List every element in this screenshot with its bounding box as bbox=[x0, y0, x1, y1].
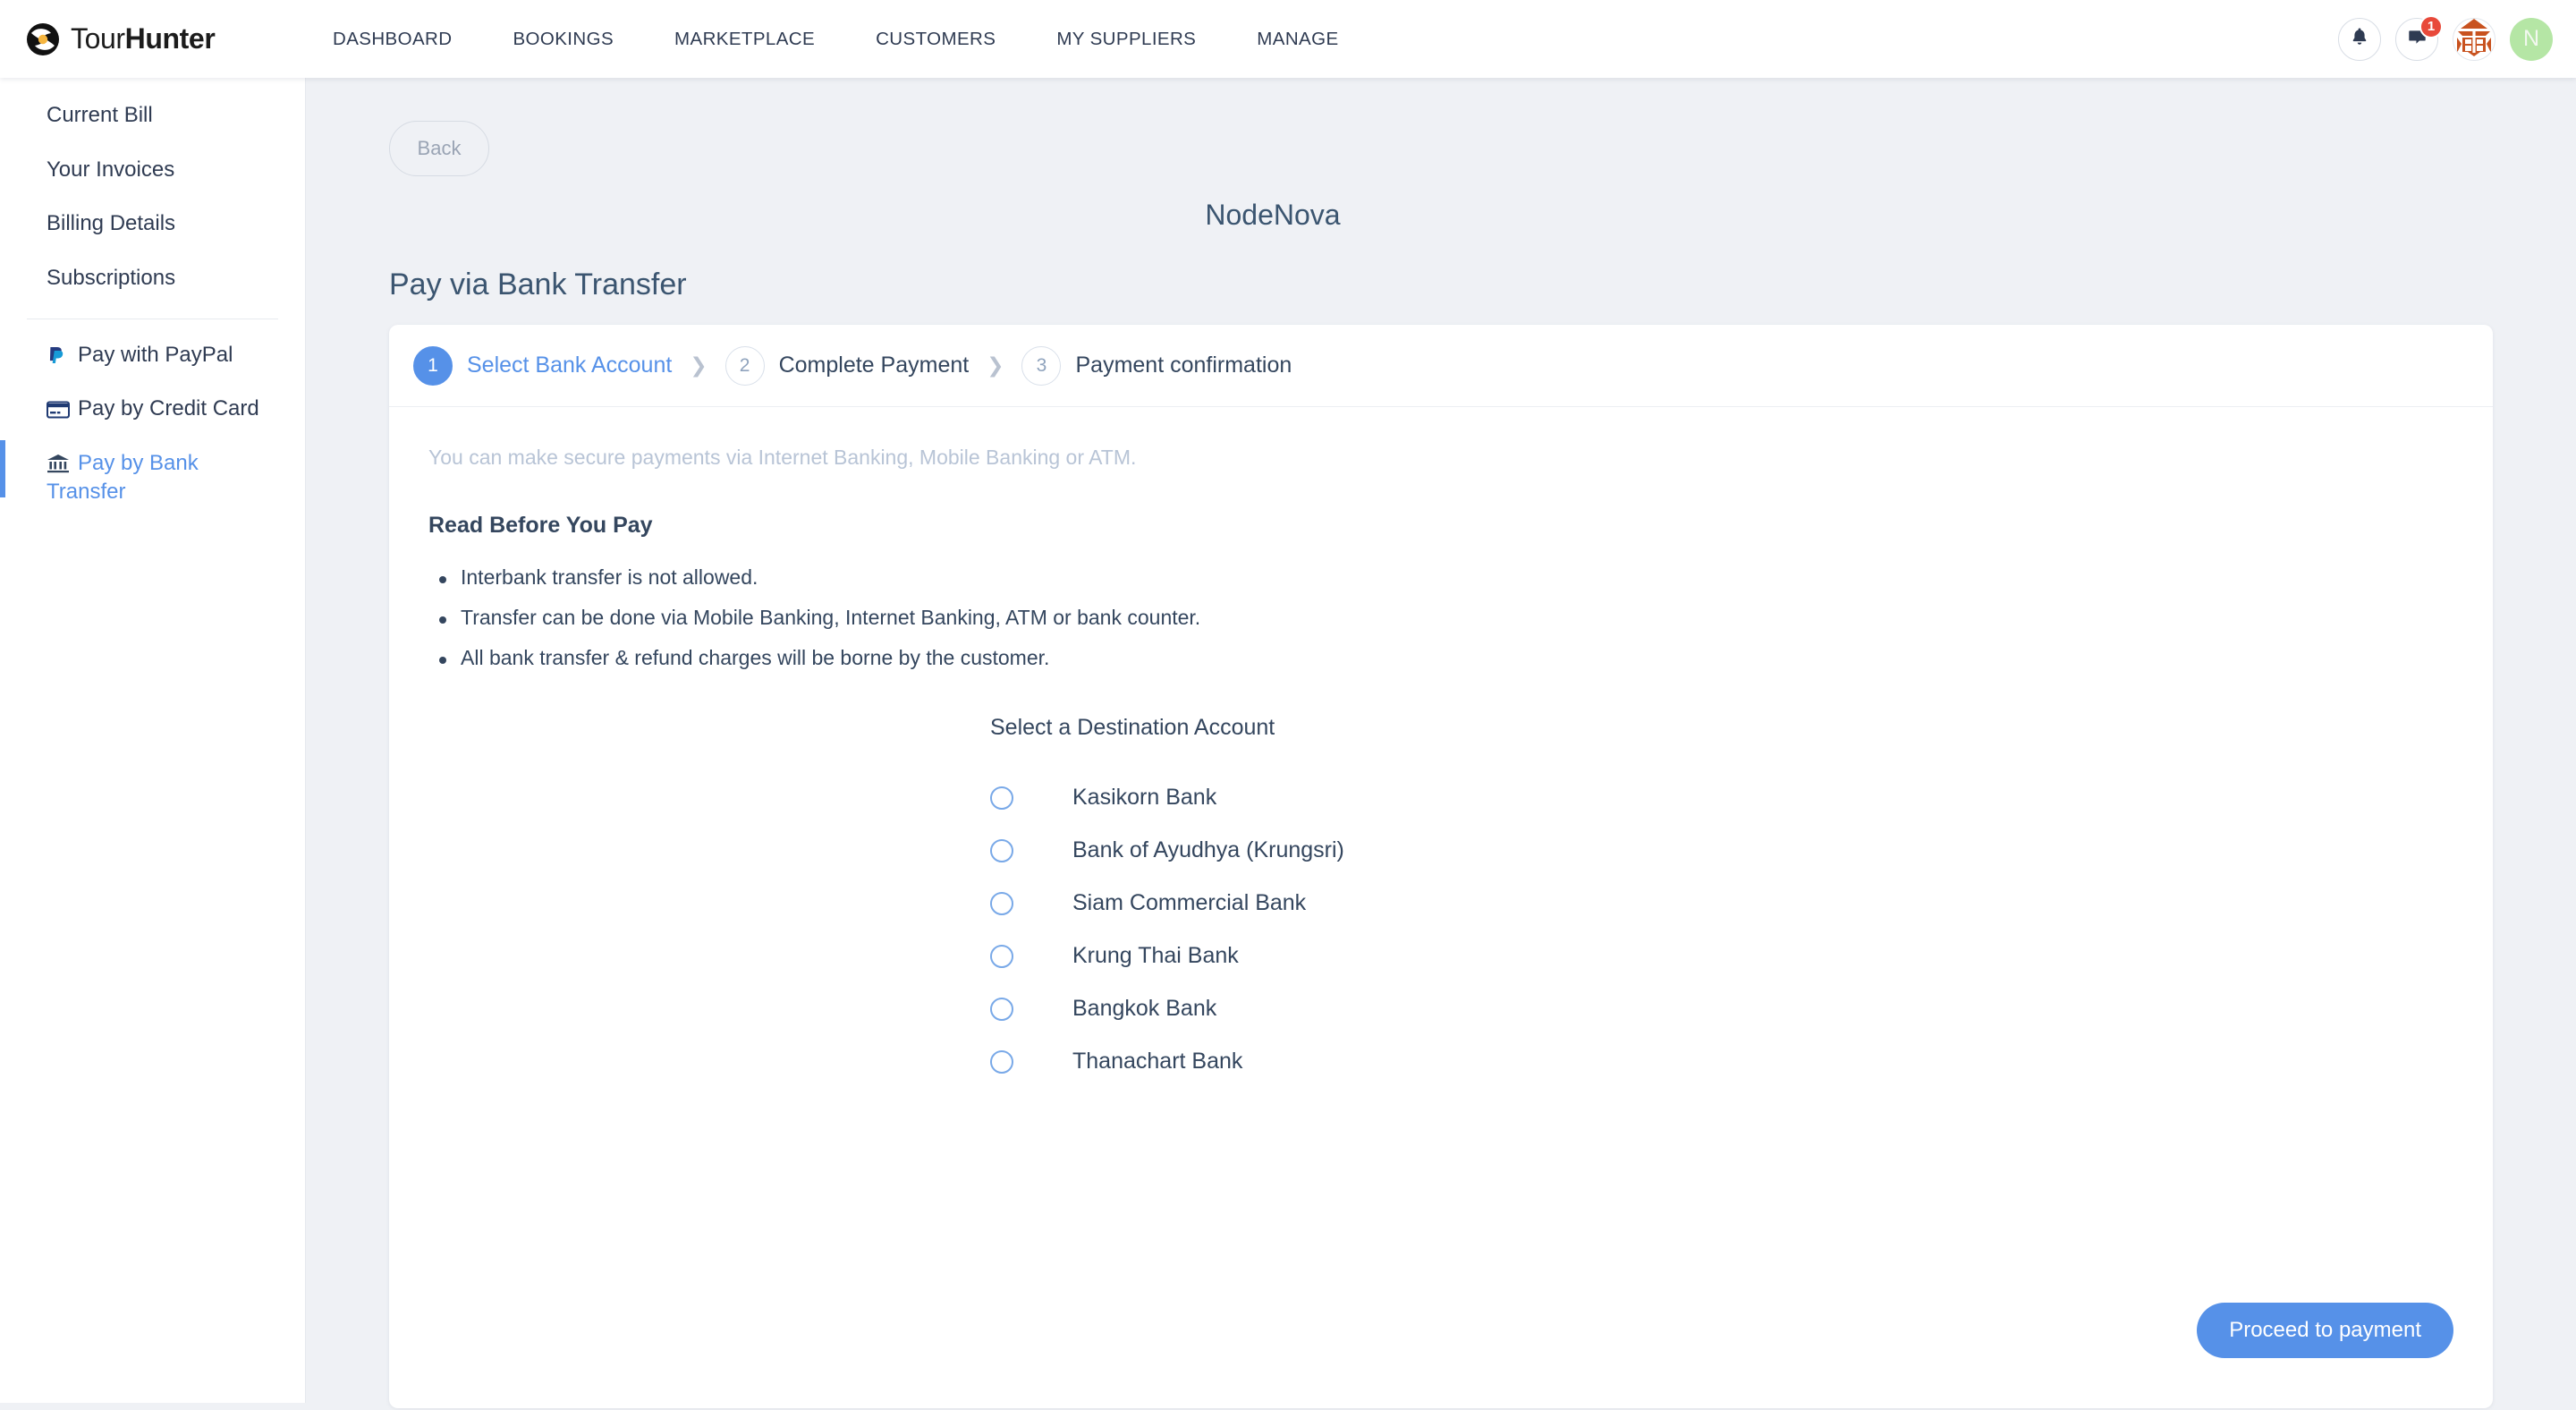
radio-button[interactable] bbox=[990, 997, 1013, 1021]
notifications-button[interactable] bbox=[2338, 17, 2381, 61]
destination-account-block: Select a Destination Account Kasikorn Ba… bbox=[428, 715, 2453, 1088]
nav-item-customers[interactable]: CUSTOMERS bbox=[845, 20, 1026, 59]
sidebar-item-pay-with-paypal[interactable]: Pay with PayPal bbox=[0, 328, 305, 383]
nav-item-my-suppliers[interactable]: MY SUPPLIERS bbox=[1026, 20, 1226, 59]
radio-button[interactable] bbox=[990, 786, 1013, 810]
list-item: Transfer can be done via Mobile Banking,… bbox=[439, 606, 2453, 630]
nav-item-dashboard[interactable]: DASHBOARD bbox=[302, 20, 482, 59]
step-label: Select Bank Account bbox=[467, 352, 673, 378]
top-header: TourHunter DASHBOARD BOOKINGS MARKETPLAC… bbox=[0, 0, 2576, 78]
nav-item-bookings[interactable]: BOOKINGS bbox=[482, 20, 644, 59]
billing-sidebar: Current Bill Your Invoices Billing Detai… bbox=[0, 78, 306, 1403]
step-number: 1 bbox=[413, 345, 453, 386]
sidebar-item-subscriptions[interactable]: Subscriptions bbox=[0, 251, 305, 306]
proceed-button-container: Proceed to payment bbox=[2197, 1303, 2453, 1358]
brand-word-2: Hunter bbox=[124, 22, 216, 55]
radio-button[interactable] bbox=[990, 1049, 1013, 1074]
sidebar-item-billing-details[interactable]: Billing Details bbox=[0, 197, 305, 251]
payment-card-body: You can make secure payments via Interne… bbox=[389, 407, 2493, 1088]
bank-icon bbox=[47, 453, 70, 472]
user-avatar[interactable]: N bbox=[2510, 17, 2553, 61]
select-destination-account-label: Select a Destination Account bbox=[990, 715, 1275, 740]
bank-option-bangkok-bank[interactable]: Bangkok Bank bbox=[990, 982, 2453, 1035]
messages-badge: 1 bbox=[2419, 14, 2443, 38]
back-button[interactable]: Back bbox=[389, 121, 489, 176]
merchant-name: NodeNova bbox=[1205, 199, 1341, 231]
read-before-you-pay-heading: Read Before You Pay bbox=[428, 513, 653, 538]
list-item: Interbank transfer is not allowed. bbox=[439, 565, 2453, 590]
tourhunter-mark-icon bbox=[25, 21, 61, 57]
bank-label: Siam Commercial Bank bbox=[1072, 890, 1307, 915]
bank-label: Bank of Ayudhya (Krungsri) bbox=[1072, 837, 1344, 862]
messages-button[interactable]: 1 bbox=[2395, 14, 2443, 61]
sidebar-item-your-invoices[interactable]: Your Invoices bbox=[0, 143, 305, 198]
step-number: 3 bbox=[1021, 345, 1062, 386]
bank-radio-group: Kasikorn Bank Bank of Ayudhya (Krungsri)… bbox=[990, 771, 2453, 1088]
step-select-bank-account[interactable]: 1 Select Bank Account bbox=[413, 345, 673, 386]
main-navigation: DASHBOARD BOOKINGS MARKETPLACE CUSTOMERS… bbox=[302, 20, 1369, 59]
avatar-initial: N bbox=[2522, 26, 2540, 51]
radio-button[interactable] bbox=[990, 891, 1013, 915]
secure-payment-note: You can make secure payments via Interne… bbox=[428, 446, 1137, 469]
header-actions: 1 N bbox=[2338, 0, 2553, 78]
sidebar-item-label: Pay by Credit Card bbox=[78, 396, 259, 421]
bank-label: Thanachart Bank bbox=[1072, 1049, 1243, 1074]
payment-card: 1 Select Bank Account ❯ 2 Complete Payme… bbox=[389, 325, 2493, 1408]
proceed-to-payment-button[interactable]: Proceed to payment bbox=[2197, 1303, 2453, 1358]
paypal-icon bbox=[47, 344, 70, 364]
nav-item-marketplace[interactable]: MARKETPLACE bbox=[644, 20, 845, 59]
brand-logo[interactable]: TourHunter bbox=[25, 21, 284, 57]
brand-word-1: Tour bbox=[71, 22, 125, 55]
nav-item-manage[interactable]: MANAGE bbox=[1226, 20, 1368, 59]
step-complete-payment[interactable]: 2 Complete Payment bbox=[724, 345, 970, 386]
sidebar-item-pay-by-bank-transfer[interactable]: Pay by Bank Transfer bbox=[0, 437, 305, 520]
credit-card-icon bbox=[47, 398, 70, 419]
bank-label: Krung Thai Bank bbox=[1072, 943, 1239, 968]
step-separator-icon: ❯ bbox=[987, 353, 1004, 377]
radio-button[interactable] bbox=[990, 838, 1013, 862]
payment-stepper: 1 Select Bank Account ❯ 2 Complete Payme… bbox=[389, 325, 2493, 407]
sidebar-item-pay-by-credit-card[interactable]: Pay by Credit Card bbox=[0, 382, 305, 437]
sidebar-item-current-bill[interactable]: Current Bill bbox=[0, 89, 305, 143]
payment-rules-list: Interbank transfer is not allowed. Trans… bbox=[428, 565, 2453, 670]
step-label: Complete Payment bbox=[778, 352, 970, 378]
pagoda-logo-icon bbox=[2453, 19, 2495, 60]
step-payment-confirmation[interactable]: 3 Payment confirmation bbox=[1021, 345, 1292, 386]
radio-button[interactable] bbox=[990, 944, 1013, 968]
brand-text: TourHunter bbox=[71, 22, 216, 55]
page-title: Pay via Bank Transfer bbox=[389, 268, 687, 302]
bank-option-thanachart-bank[interactable]: Thanachart Bank bbox=[990, 1035, 2453, 1088]
org-logo-button[interactable] bbox=[2453, 17, 2496, 61]
step-number: 2 bbox=[724, 345, 765, 386]
sidebar-item-label: Pay with PayPal bbox=[78, 342, 233, 367]
step-separator-icon: ❯ bbox=[690, 353, 708, 377]
bell-icon bbox=[2349, 26, 2370, 52]
bank-option-bank-of-ayudhya[interactable]: Bank of Ayudhya (Krungsri) bbox=[990, 824, 2453, 877]
step-label: Payment confirmation bbox=[1075, 352, 1292, 378]
bank-label: Kasikorn Bank bbox=[1072, 785, 1217, 810]
bank-label: Bangkok Bank bbox=[1072, 996, 1217, 1021]
bank-option-siam-commercial-bank[interactable]: Siam Commercial Bank bbox=[990, 877, 2453, 930]
main-content: Back NodeNova Pay via Bank Transfer 1 Se… bbox=[307, 78, 2576, 1410]
bank-option-kasikorn-bank[interactable]: Kasikorn Bank bbox=[990, 771, 2453, 824]
list-item: All bank transfer & refund charges will … bbox=[439, 646, 2453, 670]
bank-option-krung-thai-bank[interactable]: Krung Thai Bank bbox=[990, 930, 2453, 982]
